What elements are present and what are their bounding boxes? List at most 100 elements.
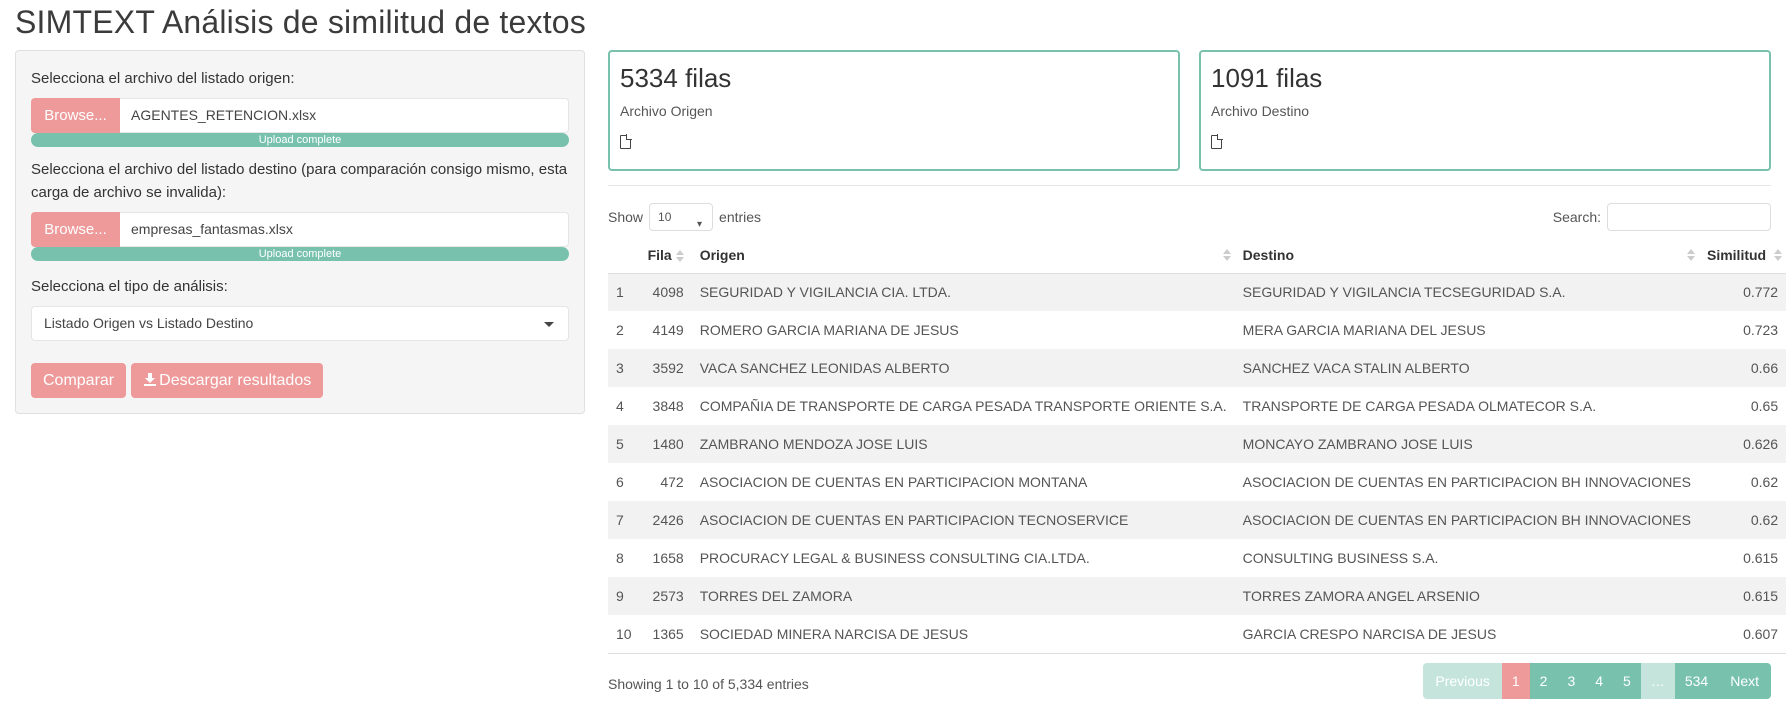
previous-button[interactable]: Previous bbox=[1423, 663, 1502, 699]
page-length-select[interactable]: 10 ▾ bbox=[649, 203, 714, 231]
origin-rows-value: 5334 filas bbox=[620, 63, 732, 93]
table-row[interactable]: 8 1658 PROCURACY LEGAL & BUSINESS CONSULTI… bbox=[608, 539, 1786, 577]
chevron-down-icon: ▾ bbox=[697, 219, 703, 230]
entries-label: entries bbox=[719, 209, 762, 225]
dest-browse-button[interactable]: Browse... bbox=[31, 212, 120, 247]
value-box-destination: 1091 filas Archivo Destino bbox=[1199, 50, 1771, 171]
column-header-similitud[interactable]: Similitud bbox=[1698, 237, 1787, 274]
similitud-cell: 0.65 bbox=[1750, 398, 1779, 414]
file-icon bbox=[1211, 134, 1223, 149]
table-row[interactable]: 4 3848 COMPAÑIA DE TRANSPORTE DE CARGA PES… bbox=[608, 387, 1786, 425]
sort-icon bbox=[1774, 248, 1783, 262]
analysis-type-select[interactable]: Listado Origen vs Listado Destino bbox=[31, 306, 569, 341]
table-row[interactable]: 9 2573 TORRES DEL ZAMORA TORRES ZAMORA ANGE… bbox=[608, 577, 1787, 615]
sort-icon bbox=[675, 249, 684, 263]
similitud-cell: 0.723 bbox=[1743, 322, 1779, 338]
destino-cell: MONCAYO ZAMBRANO JOSE LUIS bbox=[1234, 425, 1699, 463]
fila-cell: 4098 bbox=[639, 273, 692, 311]
divider bbox=[608, 185, 1771, 186]
destino-cell: SEGURIDAD Y VIGILANCIA TECSEGURIDAD S.A. bbox=[1234, 273, 1699, 311]
origin-browse-button[interactable]: Browse... bbox=[31, 98, 120, 133]
similitud-cell: 0.626 bbox=[1698, 425, 1787, 463]
sort-icon bbox=[1686, 248, 1695, 262]
column-header-index[interactable] bbox=[608, 237, 640, 274]
row-index-cell: 5 bbox=[608, 425, 640, 463]
destino-cell: TRANSPORTE DE CARGA PESADA OLMATECOR S.A… bbox=[1242, 398, 1597, 414]
fila-cell: 3848 bbox=[652, 398, 684, 414]
origen-cell: ZAMBRANO MENDOZA JOSE LUIS bbox=[691, 425, 1235, 463]
page-534-button[interactable]: 534 bbox=[1674, 663, 1719, 699]
table-header-row: Fila Origen Destino Similitud bbox=[608, 237, 1787, 274]
similitud-cell: 0.772 bbox=[1698, 273, 1787, 311]
page-1-button[interactable]: 1 bbox=[1501, 663, 1530, 699]
origen-cell: COMPAÑIA DE TRANSPORTE DE CARGA PESADA T… bbox=[699, 398, 1227, 414]
origen-cell: TORRES DEL ZAMORA bbox=[691, 577, 1235, 615]
page-5-button[interactable]: 5 bbox=[1613, 663, 1641, 699]
search-control: Search: bbox=[1553, 202, 1771, 232]
origen-cell: SOCIEDAD MINERA NARCISA DE JESUS bbox=[691, 615, 1235, 654]
similitud-cell: 0.62 bbox=[1750, 474, 1779, 490]
dest-rows-value: 1091 filas bbox=[1211, 63, 1323, 93]
fila-cell: 1365 bbox=[639, 615, 692, 654]
table-info: Showing 1 to 10 of 5,334 entries bbox=[608, 676, 809, 692]
search-input[interactable] bbox=[1607, 203, 1771, 231]
page-title: SIMTEXT Análisis de similitud de textos bbox=[15, 4, 586, 40]
dest-file-name[interactable]: empresas_fantasmas.xlsx bbox=[120, 212, 569, 247]
similitud-cell: 0.615 bbox=[1743, 550, 1779, 566]
table-row[interactable]: 10 1365 SOCIEDAD MINERA NARCISA DE JESUS GA… bbox=[608, 615, 1787, 654]
origin-upload-progress: Upload complete bbox=[31, 133, 569, 147]
page-2-button[interactable]: 2 bbox=[1529, 663, 1558, 699]
dest-rows-subtitle: Archivo Destino bbox=[1211, 103, 1310, 119]
download-icon bbox=[144, 373, 157, 386]
table-row[interactable]: 1 4098 SEGURIDAD Y VIGILANCIA CIA. LTDA. SE… bbox=[608, 273, 1787, 311]
fila-cell: 472 bbox=[660, 474, 684, 490]
origen-cell: SEGURIDAD Y VIGILANCIA CIA. LTDA. bbox=[691, 273, 1235, 311]
row-index-cell: 6 bbox=[616, 474, 624, 490]
dest-file-input[interactable]: Browse... empresas_fantasmas.xlsx bbox=[31, 212, 569, 247]
table-row[interactable]: 7 2426 ASOCIACION DE CUENTAS EN PARTICIPAC… bbox=[608, 501, 1787, 539]
page-4-button[interactable]: 4 bbox=[1585, 663, 1614, 699]
column-header-origen[interactable]: Origen bbox=[691, 237, 1235, 274]
analysis-type-value: Listado Origen vs Listado Destino bbox=[44, 315, 254, 331]
next-button[interactable]: Next bbox=[1718, 663, 1771, 699]
row-index-cell: 3 bbox=[608, 349, 640, 387]
fila-cell: 4149 bbox=[652, 322, 684, 338]
table-row[interactable]: 3 3592 VACA SANCHEZ LEONIDAS ALBERTO SANCHE… bbox=[608, 349, 1787, 387]
fila-cell: 1658 bbox=[652, 550, 684, 566]
destino-cell: SANCHEZ VACA STALIN ALBERTO bbox=[1234, 349, 1699, 387]
results-table: Fila Origen Destino Similitud 1 4098 SEGUR… bbox=[608, 237, 1787, 654]
table-controls: Show 10 ▾ entries Search: bbox=[608, 202, 1771, 232]
destino-cell: ASOCIACION DE CUENTAS EN PARTICIPACION B… bbox=[1242, 474, 1691, 490]
compare-button[interactable]: Comparar bbox=[31, 363, 127, 398]
column-header-fila[interactable]: Fila bbox=[639, 237, 692, 274]
download-button[interactable]: Descargar resultados bbox=[131, 363, 324, 398]
similitud-cell: 0.615 bbox=[1698, 577, 1787, 615]
page-length-value: 10 bbox=[658, 210, 672, 224]
table-row[interactable]: 5 1480 ZAMBRANO MENDOZA JOSE LUIS MONCAYO Z… bbox=[608, 425, 1787, 463]
analysis-type-label: Selecciona el tipo de análisis: bbox=[31, 278, 228, 295]
origin-file-label: Selecciona el archivo del listado origen… bbox=[31, 70, 295, 87]
origin-file-input[interactable]: Browse... AGENTES_RETENCION.xlsx bbox=[31, 98, 569, 133]
action-buttons: Comparar Descargar resultados bbox=[31, 363, 569, 398]
length-control: Show 10 ▾ entries bbox=[608, 202, 761, 232]
origen-cell: ASOCIACION DE CUENTAS EN PARTICIPACION M… bbox=[699, 474, 1088, 490]
row-index-cell: 7 bbox=[608, 501, 640, 539]
origen-cell: ASOCIACION DE CUENTAS EN PARTICIPACION T… bbox=[691, 501, 1235, 539]
similitud-cell: 0.62 bbox=[1698, 501, 1787, 539]
table-row[interactable]: 2 4149 ROMERO GARCIA MARIANA DE JESUS MERA … bbox=[608, 311, 1786, 349]
fila-cell: 1480 bbox=[639, 425, 692, 463]
page-3-button[interactable]: 3 bbox=[1557, 663, 1586, 699]
destino-cell: GARCIA CRESPO NARCISA DE JESUS bbox=[1234, 615, 1699, 654]
sort-icon bbox=[1222, 248, 1231, 262]
destino-cell: MERA GARCIA MARIANA DEL JESUS bbox=[1242, 322, 1486, 338]
row-index-cell: 2 bbox=[616, 322, 624, 338]
origin-file-name[interactable]: AGENTES_RETENCION.xlsx bbox=[120, 98, 569, 133]
row-index-cell: 8 bbox=[616, 550, 624, 566]
origen-cell: ROMERO GARCIA MARIANA DE JESUS bbox=[699, 322, 959, 338]
row-index-cell: 9 bbox=[608, 577, 640, 615]
value-box-origin: 5334 filas Archivo Origen bbox=[608, 50, 1180, 171]
column-header-destino[interactable]: Destino bbox=[1234, 237, 1699, 274]
origen-cell: PROCURACY LEGAL & BUSINESS CONSULTING CI… bbox=[699, 550, 1090, 566]
similitud-cell: 0.66 bbox=[1698, 349, 1787, 387]
table-row[interactable]: 6 472 ASOCIACION DE CUENTAS EN PARTICIPACI… bbox=[608, 463, 1786, 501]
